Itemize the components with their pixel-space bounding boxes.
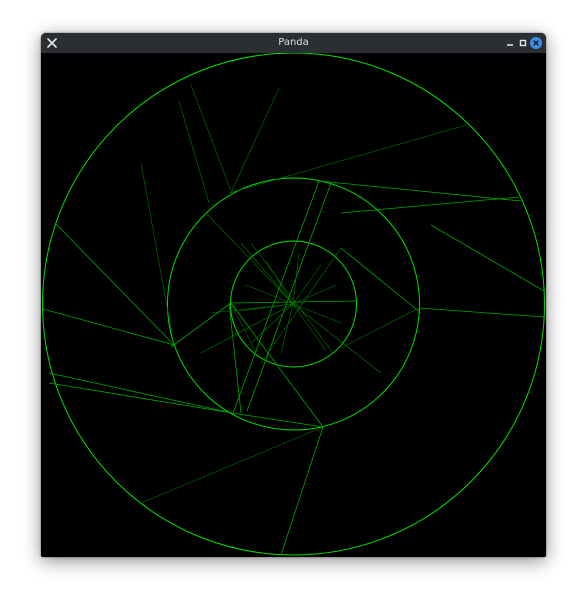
circle-scene [42,53,545,556]
window-title: Panda [278,37,309,48]
panda-window: Panda [41,33,546,557]
faint-lines [140,84,467,504]
maximize-icon [519,39,527,47]
minimize-icon [507,44,513,46]
title-bar[interactable]: Panda [41,33,546,53]
close-circle-icon [530,37,542,49]
chord-lines [42,180,545,556]
render-viewport[interactable] [41,53,546,557]
close-button[interactable] [528,35,544,51]
